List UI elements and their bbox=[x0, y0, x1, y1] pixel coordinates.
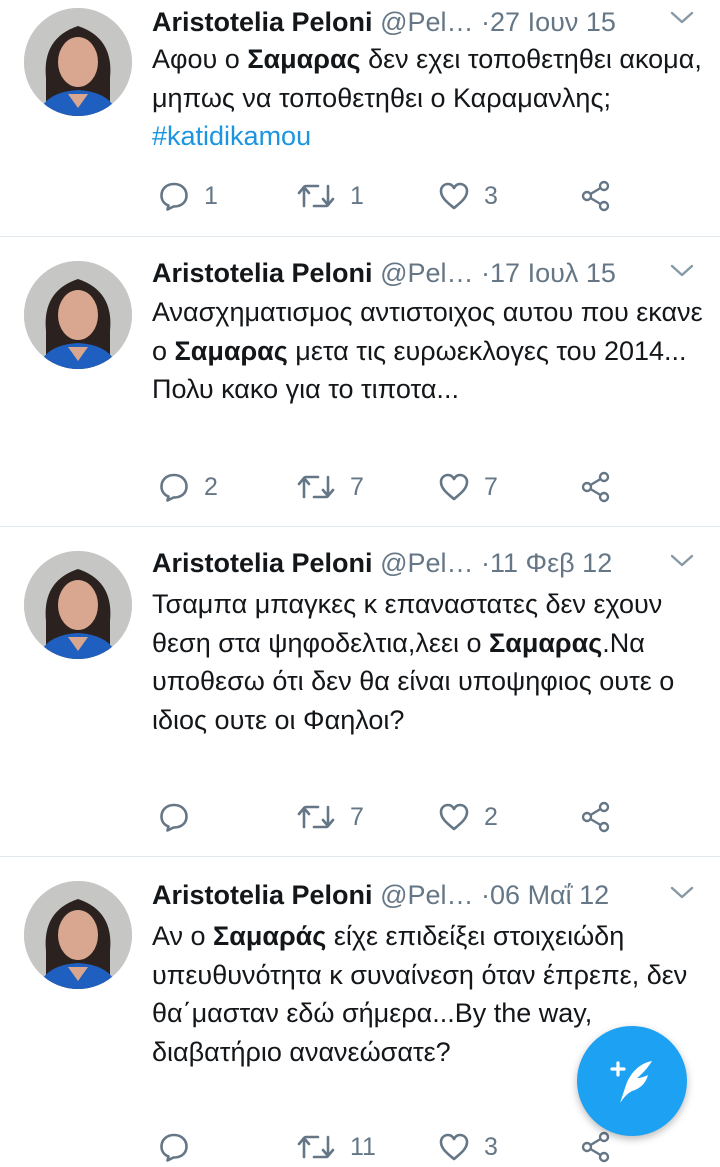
avatar[interactable] bbox=[24, 881, 132, 989]
chevron-down-icon[interactable] bbox=[670, 261, 694, 281]
text-segment: Αφου ο bbox=[152, 44, 248, 74]
avatar[interactable] bbox=[24, 261, 132, 369]
tweet-actions: 1 1 3 bbox=[152, 176, 672, 216]
heart-icon bbox=[439, 182, 469, 210]
retweet-button[interactable]: 7 bbox=[296, 467, 364, 507]
tweet-3[interactable]: Aristotelia Peloni @Pel… ·11 Φεβ 12 Τσαμ… bbox=[0, 527, 720, 857]
tweet-header: Aristotelia Peloni @Pel… ·11 Φεβ 12 bbox=[152, 545, 712, 581]
like-button[interactable]: 2 bbox=[438, 797, 498, 837]
share-button[interactable] bbox=[580, 797, 612, 837]
tweet-text: Ανασχηματισμος αντιστοιχος αυτου που εκα… bbox=[152, 293, 704, 409]
keyword-bold: Σαμαράς bbox=[213, 921, 327, 951]
share-button[interactable] bbox=[580, 1127, 612, 1167]
like-button[interactable]: 3 bbox=[438, 176, 498, 216]
separator-dot: · bbox=[481, 880, 491, 910]
reply-button[interactable]: 2 bbox=[158, 467, 218, 507]
tweet-date[interactable]: 27 Ιουν 15 bbox=[490, 7, 616, 37]
keyword-bold: Σαμαρας bbox=[489, 627, 603, 658]
chevron-down-icon[interactable] bbox=[670, 8, 694, 28]
author-handle[interactable]: @Pel… bbox=[380, 7, 473, 37]
reply-button[interactable]: 1 bbox=[158, 176, 218, 216]
like-count: 7 bbox=[484, 472, 498, 501]
heart-icon bbox=[439, 473, 469, 501]
tweet-header: Aristotelia Peloni @Pel… ·06 Μαΐ 12 bbox=[152, 877, 712, 913]
retweet-icon bbox=[297, 1135, 335, 1159]
retweet-count: 1 bbox=[350, 181, 364, 210]
retweet-count: 7 bbox=[350, 802, 364, 831]
retweet-icon bbox=[297, 475, 335, 499]
tweet-date[interactable]: 17 Ιουλ 15 bbox=[490, 258, 616, 288]
chevron-down-icon[interactable] bbox=[670, 551, 694, 571]
retweet-icon bbox=[297, 184, 335, 208]
avatar[interactable] bbox=[24, 8, 132, 116]
like-count: 2 bbox=[484, 802, 498, 831]
author-handle[interactable]: @Pel… bbox=[380, 880, 473, 910]
tweet-actions: 7 2 bbox=[152, 797, 672, 837]
tweet-2[interactable]: Aristotelia Peloni @Pel… ·17 Ιουλ 15 Ανα… bbox=[0, 237, 720, 527]
tweet-date[interactable]: 11 Φεβ 12 bbox=[490, 548, 612, 578]
compose-tweet-button[interactable] bbox=[577, 1026, 687, 1136]
reply-icon bbox=[160, 803, 188, 832]
reply-icon bbox=[160, 182, 188, 211]
reply-count: 2 bbox=[204, 472, 218, 501]
tweet-actions: 2 7 7 bbox=[152, 467, 672, 507]
keyword-bold: Σαμαρας bbox=[247, 44, 361, 74]
retweet-button[interactable]: 1 bbox=[296, 176, 364, 216]
heart-icon bbox=[439, 803, 469, 831]
like-button[interactable]: 7 bbox=[438, 467, 498, 507]
reply-icon bbox=[160, 473, 188, 502]
retweet-button[interactable]: 7 bbox=[296, 797, 364, 837]
retweet-icon bbox=[297, 805, 335, 829]
author-handle[interactable]: @Pel… bbox=[380, 258, 473, 288]
share-button[interactable] bbox=[580, 176, 612, 216]
author-name[interactable]: Aristotelia Peloni bbox=[152, 7, 373, 37]
share-icon bbox=[581, 1131, 610, 1163]
heart-icon bbox=[439, 1133, 469, 1161]
tweet-actions: 11 3 bbox=[152, 1127, 672, 1167]
like-count: 3 bbox=[484, 1132, 498, 1161]
author-handle[interactable]: @Pel… bbox=[380, 548, 473, 578]
author-name[interactable]: Aristotelia Peloni bbox=[152, 548, 373, 578]
author-name[interactable]: Aristotelia Peloni bbox=[152, 880, 373, 910]
reply-count: 1 bbox=[204, 181, 218, 210]
reply-button[interactable] bbox=[158, 797, 204, 837]
like-count: 3 bbox=[484, 181, 498, 210]
chevron-down-icon[interactable] bbox=[670, 883, 694, 903]
author-name[interactable]: Aristotelia Peloni bbox=[152, 258, 373, 288]
text-segment: Αν ο bbox=[152, 921, 214, 951]
retweet-count: 11 bbox=[350, 1132, 376, 1161]
keyword-bold: Σαμαρας bbox=[174, 335, 288, 366]
retweet-count: 7 bbox=[350, 472, 364, 501]
compose-tweet-icon bbox=[610, 1061, 652, 1103]
tweet-1[interactable]: Aristotelia Peloni @Pel… ·27 Ιουν 15 Αφο… bbox=[0, 0, 720, 237]
share-icon bbox=[581, 471, 610, 503]
share-icon bbox=[581, 801, 610, 833]
tweet-date[interactable]: 06 Μαΐ 12 bbox=[490, 880, 609, 910]
tweet-header: Aristotelia Peloni @Pel… ·17 Ιουλ 15 bbox=[152, 255, 712, 291]
like-button[interactable]: 3 bbox=[438, 1127, 498, 1167]
separator-dot: · bbox=[481, 7, 491, 37]
share-button[interactable] bbox=[580, 467, 612, 507]
tweet-header: Aristotelia Peloni @Pel… ·27 Ιουν 15 bbox=[152, 4, 712, 40]
tweet-text: Αφου ο Σαμαρας δεν εχει τοποθετηθει ακομ… bbox=[152, 40, 704, 156]
separator-dot: · bbox=[481, 548, 491, 578]
tweet-text: Τσαμπα μπαγκες κ επαναστατες δεν εχουν θ… bbox=[152, 585, 704, 739]
reply-icon bbox=[160, 1133, 188, 1162]
avatar[interactable] bbox=[24, 551, 132, 659]
reply-button[interactable] bbox=[158, 1127, 204, 1167]
retweet-button[interactable]: 11 bbox=[296, 1127, 376, 1167]
hashtag-link[interactable]: #katidikamou bbox=[152, 121, 311, 151]
share-icon bbox=[581, 180, 610, 212]
separator-dot: · bbox=[481, 258, 491, 288]
